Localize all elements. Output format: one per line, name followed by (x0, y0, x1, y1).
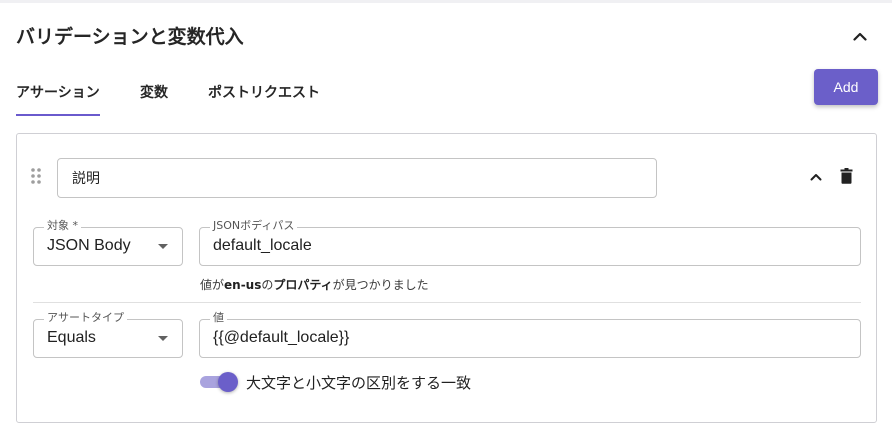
target-label: 対象 * (44, 220, 81, 232)
divider (33, 302, 861, 303)
json-body-path-value: default_locale (213, 237, 312, 254)
assert-type-value: Equals (47, 329, 96, 346)
json-body-path-label: JSONボディパス (210, 220, 298, 232)
expected-value: {{@default_locale}} (213, 329, 350, 346)
helper-text: 値がen-usのプロパティが見つかりました (200, 278, 429, 292)
tab-variables[interactable]: 変数 (140, 82, 168, 102)
tab-post-request[interactable]: ポストリクエスト (208, 82, 320, 102)
tab-assertion[interactable]: アサーション (16, 82, 100, 102)
top-strip (0, 0, 892, 3)
toggle-thumb (218, 372, 238, 392)
case-sensitive-label: 大文字と小文字の区別をする一致 (246, 374, 472, 392)
dropdown-arrow-icon (158, 244, 168, 249)
dropdown-arrow-icon (158, 336, 168, 341)
expected-value-label: 値 (210, 312, 227, 324)
description-input[interactable] (57, 158, 657, 198)
section-title: バリデーションと変数代入 (16, 26, 244, 48)
drag-handle-icon[interactable] (30, 167, 42, 185)
add-button[interactable]: Add (814, 69, 878, 105)
target-value: JSON Body (47, 237, 131, 254)
delete-button[interactable] (834, 164, 858, 188)
chevron-up-icon (810, 174, 822, 181)
trash-icon (840, 168, 852, 184)
active-tab-indicator (16, 114, 100, 116)
assert-type-label: アサートタイプ (44, 312, 127, 324)
collapse-section-button[interactable] (848, 24, 872, 48)
case-sensitive-toggle[interactable] (200, 372, 238, 392)
collapse-assertion-button[interactable] (804, 165, 828, 189)
chevron-up-icon (853, 32, 867, 41)
